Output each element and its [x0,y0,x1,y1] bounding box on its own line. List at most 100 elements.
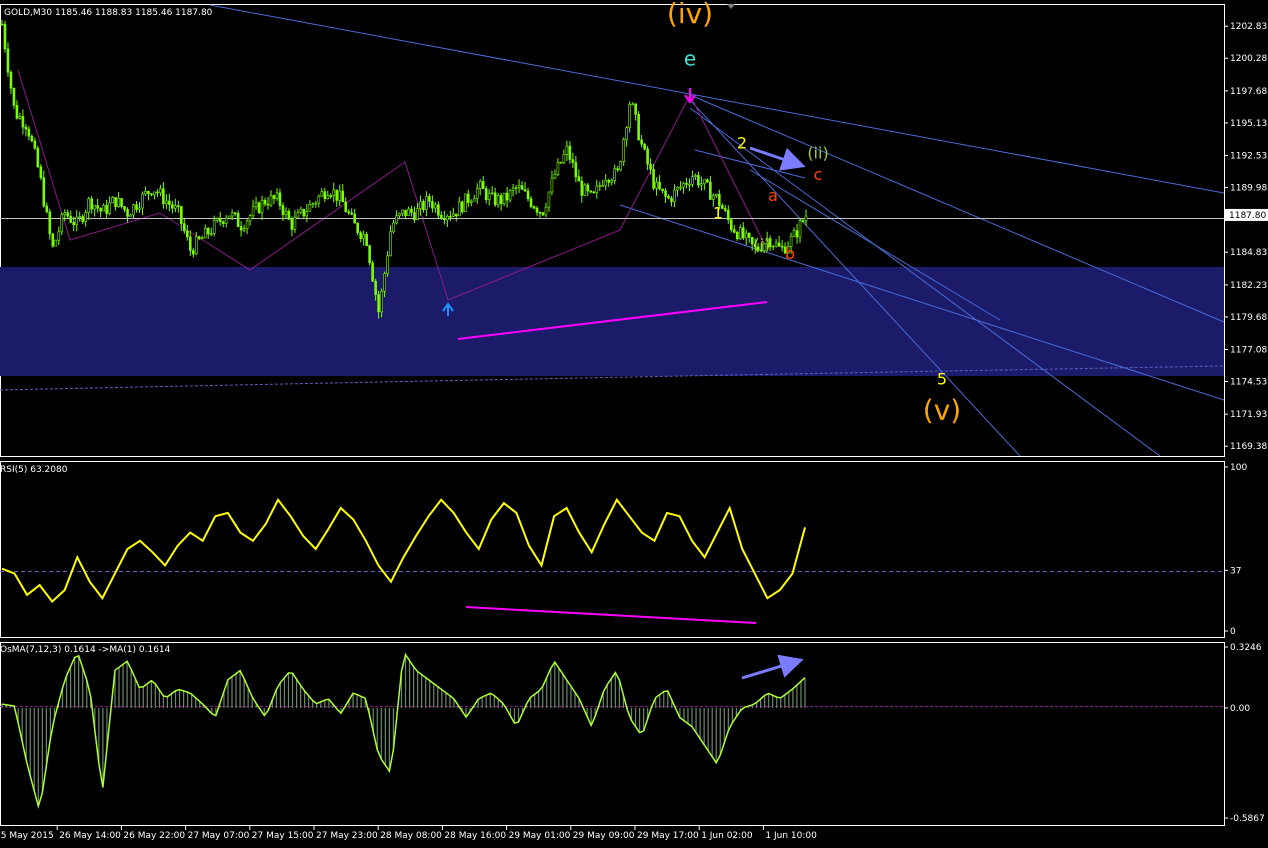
candle-body [197,236,201,239]
candle-body [505,192,509,201]
time-axis[interactable]: 25 May 2015 26 May 14:00 26 May 22:00 27 Ma… [0,826,817,841]
candle-body [583,184,587,196]
candle-body [469,200,473,203]
candle-body [338,190,342,201]
candle-body [682,182,685,188]
osma-tick-label: -0.5867 [1230,814,1265,824]
candle-body [353,213,356,224]
candle-body [419,201,422,209]
candle-body [780,245,784,248]
candle-body [183,223,186,232]
candle-body [66,212,70,217]
time-tick-label: 29 May 09:00 [573,831,635,841]
candle-body [165,200,168,204]
rsi-pane[interactable]: RSI(5) 63.2080 [0,465,1224,624]
time-tick-label: 29 May 01:00 [509,831,571,841]
candle-body [670,197,673,202]
candle-body [186,230,189,238]
osma-pane[interactable]: OsMA(7,12,3) 0.1614 ->MA(1) 0.1614 [0,645,1224,809]
candle-body [323,191,327,199]
candle-body [3,23,7,50]
candle-body [559,161,563,164]
wave-arrow-osma [741,654,804,680]
candle-body [326,195,330,199]
candle-body [738,227,742,240]
candle-body [589,190,593,193]
candle-body [275,192,279,199]
candle-body [792,230,796,237]
candle-body [709,181,712,200]
time-tick-label: 27 May 23:00 [316,831,378,841]
chart-window[interactable]: (iv) e 2 (ii) c a 1 (i) b 5 (v) GOLD,M30 1185.46 1… [0,0,1268,844]
candle-body [422,201,425,210]
candle-body [679,186,682,189]
candle-body [514,187,518,189]
candle-body [729,219,733,230]
candle-body [215,218,219,221]
candle-body [245,220,249,229]
wave-label: (ii) [807,143,828,162]
candle-body [335,189,339,201]
candle-body [529,198,533,207]
candle-body [278,192,282,206]
wave-arrow-price [749,146,806,171]
candle-body [661,188,664,192]
candle-body [69,215,73,223]
time-tick-label: 25 May 2015 [0,831,54,841]
candle-body [440,214,443,219]
osma-histogram [1,654,806,807]
candle-body [368,245,371,264]
candle-body [658,181,661,190]
candle-body [33,140,37,149]
candle-body [36,147,40,168]
candle-body [290,219,294,230]
candle-body [24,126,28,130]
time-tick-label: 27 May 15:00 [252,831,314,841]
candle-body [126,209,129,217]
candle-body [712,195,715,200]
candle-body [135,204,138,210]
candle-body [254,202,258,208]
candle-body [580,180,584,196]
candle-body [652,169,655,189]
price-pane[interactable]: (iv) e 2 (ii) c a 1 (i) b 5 (v) GOLD,M30 1185.46 1… [0,0,1225,456]
candle-body [81,216,84,222]
candle-body [120,198,123,207]
candle-body [242,228,246,231]
rsi-line [1,497,806,603]
candle-body [57,231,61,241]
price-tick-label: 1195.13 [1230,119,1267,129]
candle-body [329,195,333,197]
candle-body [132,204,135,216]
candle-body [380,291,383,313]
chart-canvas[interactable]: (iv) e 2 (ii) c a 1 (i) b 5 (v) GOLD,M30 1185.46 1… [0,0,1268,844]
rsi-tick-label: 37 [1230,566,1241,576]
rsi-tick-label: 0 [1230,627,1236,637]
price-axis[interactable]: 1202.83 1200.28 1197.68 1195.13 1192.53 1189.… [1224,22,1268,452]
candle-body [78,216,82,218]
candle-body [12,87,16,106]
candle-body [200,237,204,240]
candle-body [508,190,512,201]
candle-body [386,255,389,274]
candle-body [48,211,52,235]
candle-body [795,230,799,238]
candle-body [263,199,267,205]
candle-body [619,161,622,171]
candle-body [39,166,43,178]
candle-body [526,190,530,200]
candle-body [472,198,476,202]
candle-body [434,204,437,209]
wave-label: 1 [713,204,723,223]
candle-body [688,183,691,186]
candle-body [168,200,171,205]
candle-body [129,214,132,217]
candle-body [649,163,652,170]
osma-tick-label: 0.3246 [1230,643,1262,653]
candle-body [466,193,470,203]
candle-body [72,222,76,226]
candle-body [398,213,401,216]
candle-body [595,185,599,193]
candle-body [308,204,312,212]
candle-body [105,205,108,214]
